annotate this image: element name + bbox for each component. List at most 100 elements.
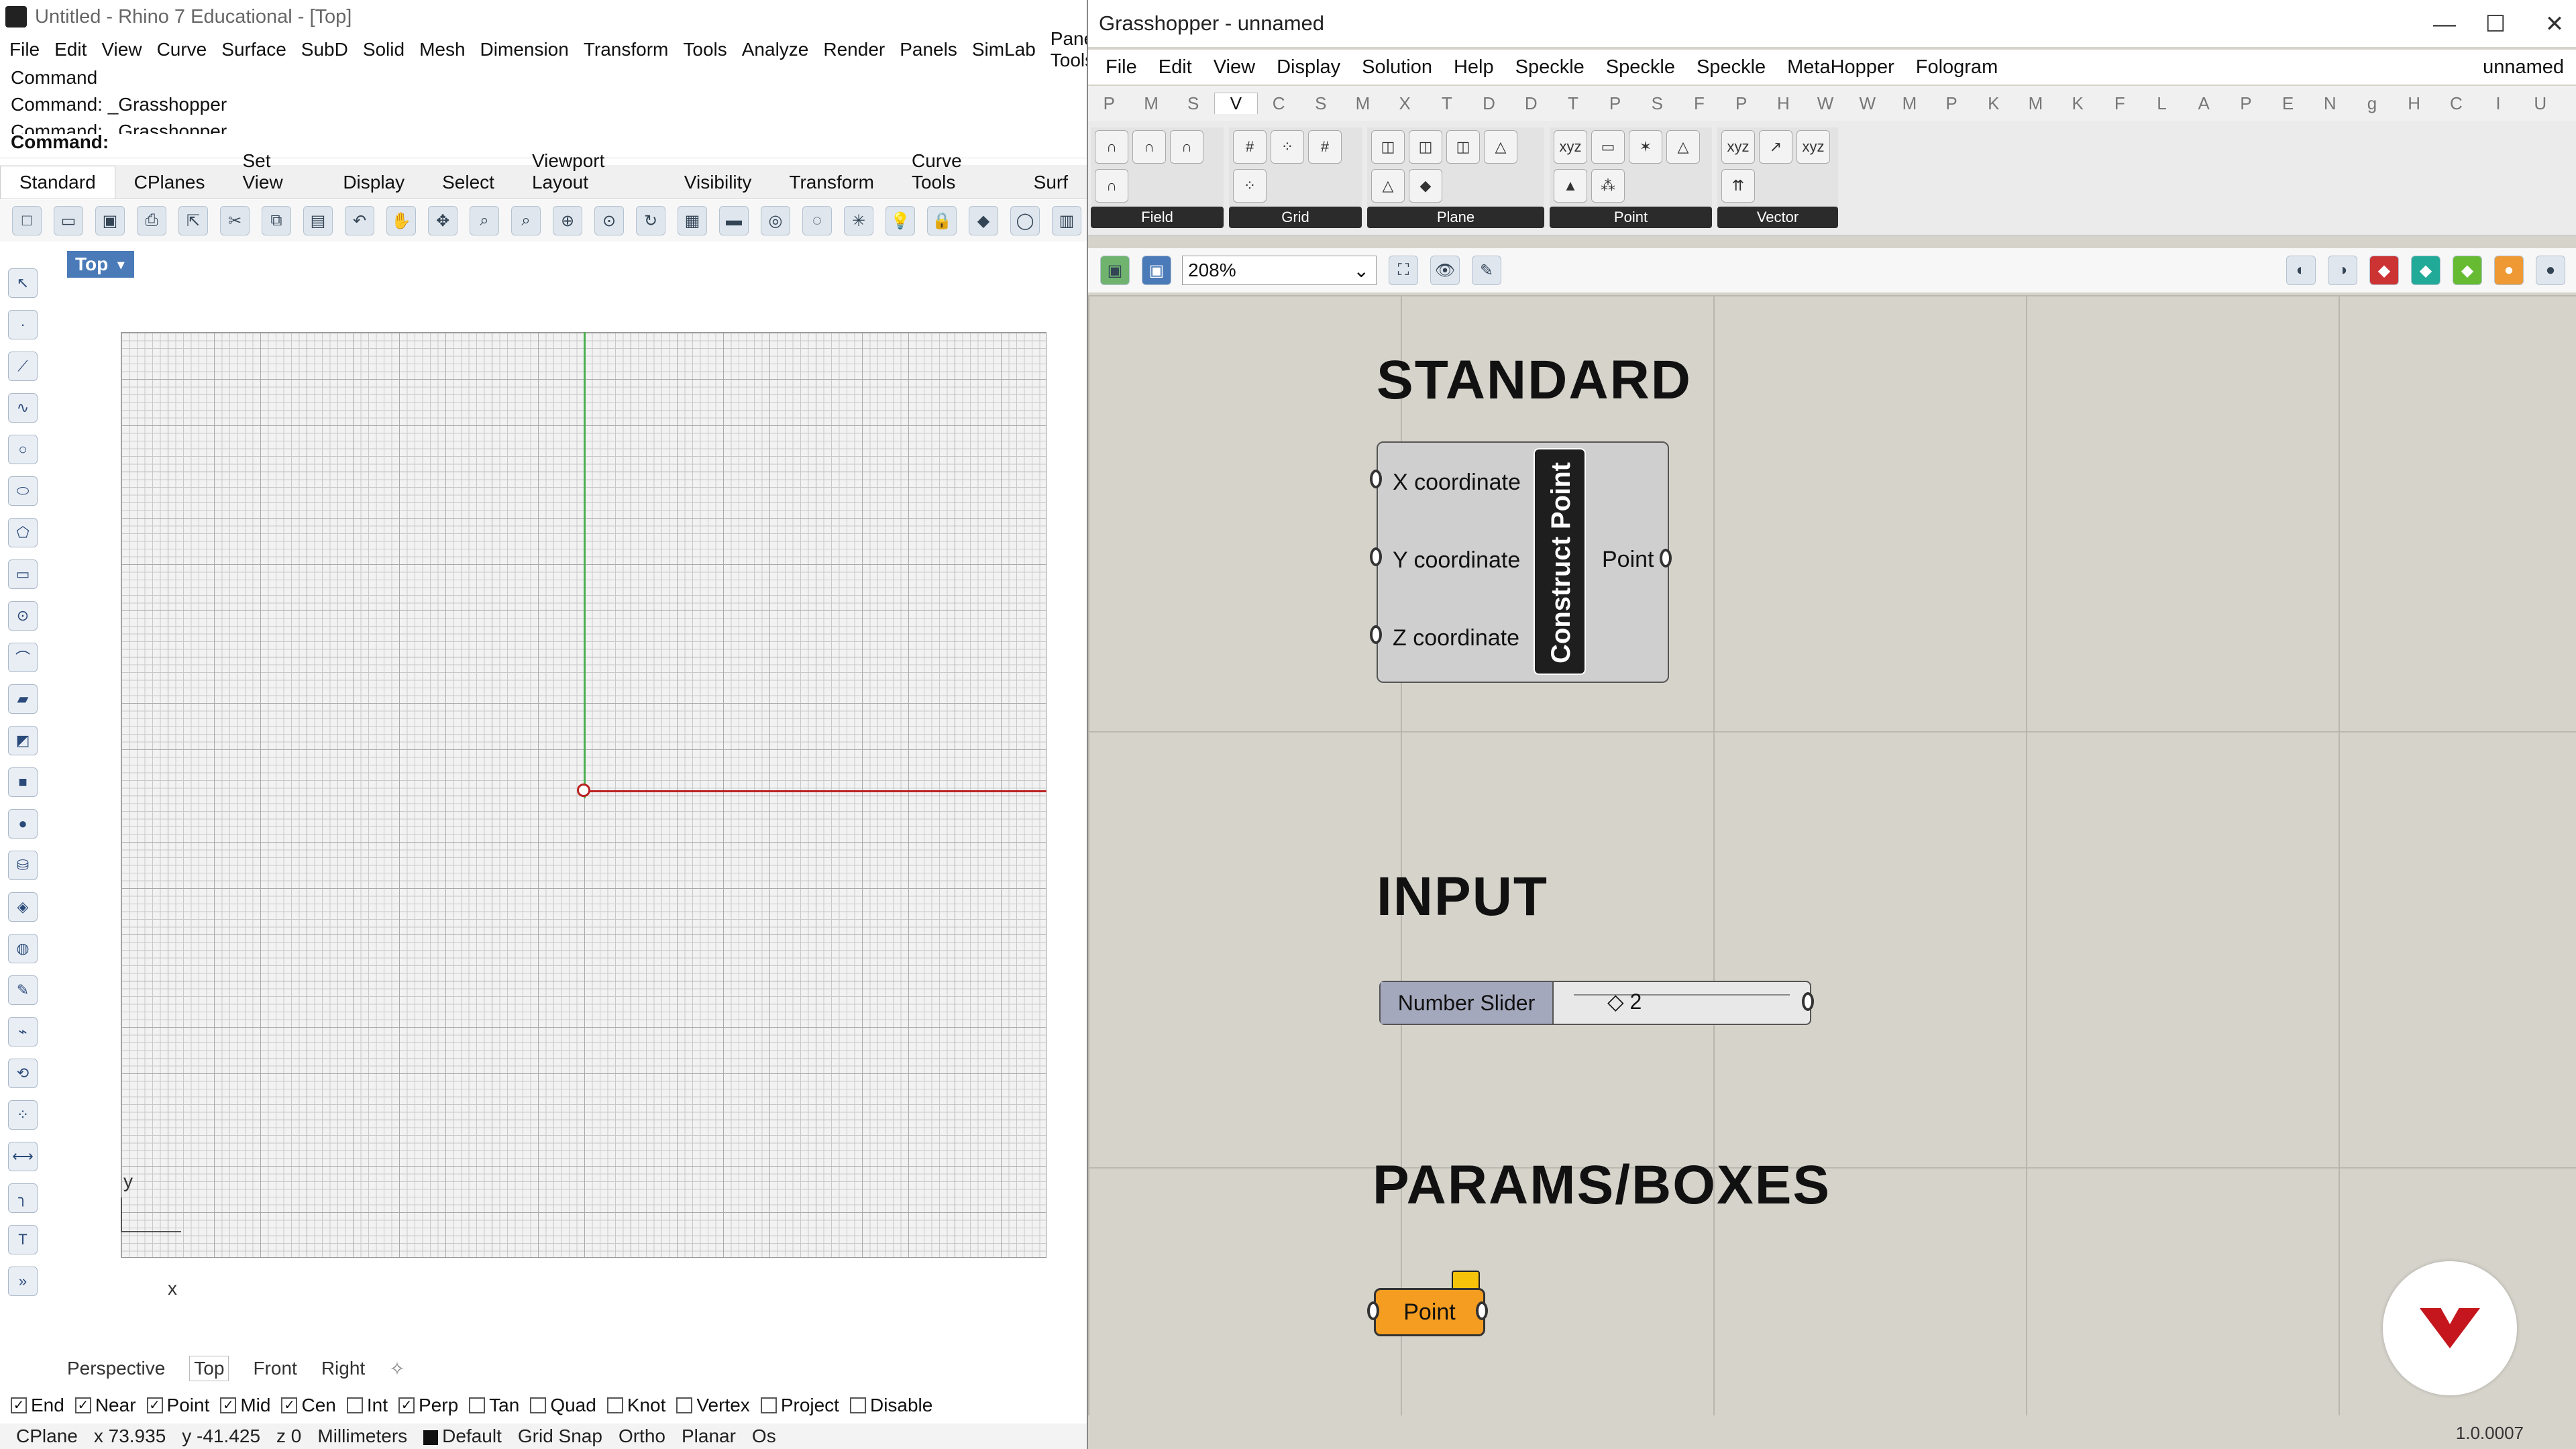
- preview-selected-icon[interactable]: ◆: [2369, 256, 2399, 285]
- vector-xyz-icon[interactable]: xyz: [1721, 130, 1755, 164]
- checkbox[interactable]: ✓: [281, 1397, 298, 1413]
- new-file-icon[interactable]: □: [12, 206, 42, 235]
- status-layer[interactable]: Default: [423, 1426, 502, 1447]
- menu-solid[interactable]: Solid: [363, 39, 405, 60]
- tab-set-view[interactable]: Set View: [223, 145, 324, 199]
- select-arrow-icon[interactable]: ↖: [8, 268, 38, 298]
- lock-icon[interactable]: 🔒: [927, 206, 957, 235]
- save-icon[interactable]: ▣: [95, 206, 125, 235]
- checkbox[interactable]: ✓: [398, 1397, 415, 1413]
- gh-tab-f[interactable]: F: [2099, 93, 2141, 114]
- menu-mesh[interactable]: Mesh: [419, 39, 465, 60]
- view-tab-top[interactable]: Top: [189, 1356, 229, 1381]
- mesh-icon[interactable]: ◈: [8, 892, 38, 922]
- tab-transform[interactable]: Transform: [770, 166, 893, 199]
- circle-icon[interactable]: ○: [8, 435, 38, 464]
- gh-document-name[interactable]: unnamed: [2483, 56, 2564, 78]
- material-icon[interactable]: ●: [2494, 256, 2524, 285]
- checkbox[interactable]: [849, 1397, 866, 1413]
- gh-tab-l[interactable]: L: [2141, 93, 2183, 114]
- zoom-selected-icon[interactable]: ⊙: [594, 206, 624, 235]
- plane-icon[interactable]: ◫: [1446, 130, 1480, 164]
- osnap-mid[interactable]: ✓ Mid: [220, 1395, 270, 1416]
- zoom-icon[interactable]: ⌕: [470, 206, 499, 235]
- arc-icon[interactable]: ⌒: [8, 643, 38, 672]
- status-units[interactable]: Millimeters: [317, 1426, 407, 1447]
- osnap-tan[interactable]: Tan: [469, 1395, 519, 1416]
- text-icon[interactable]: T: [8, 1225, 38, 1254]
- transform-icon[interactable]: ⟲: [8, 1059, 38, 1088]
- tab-cplanes[interactable]: CPlanes: [115, 166, 224, 199]
- menu-edit[interactable]: Edit: [54, 39, 87, 60]
- menu-dimension[interactable]: Dimension: [480, 39, 569, 60]
- slider-handle[interactable]: ◇ 2: [1607, 989, 1642, 1014]
- view-tab-front[interactable]: Front: [253, 1358, 297, 1379]
- move-icon[interactable]: ✥: [428, 206, 458, 235]
- gh-tab-c[interactable]: C: [2435, 93, 2477, 114]
- dimension-icon[interactable]: ⟷: [8, 1142, 38, 1171]
- array-icon[interactable]: ⁘: [8, 1100, 38, 1130]
- gh-menu-file[interactable]: File: [1106, 56, 1137, 78]
- gh-tab-g[interactable]: g: [2351, 93, 2394, 114]
- checkbox[interactable]: [346, 1397, 363, 1413]
- cylinder-icon[interactable]: ⛁: [8, 851, 38, 880]
- gh-menu-speckle[interactable]: Speckle: [1515, 56, 1585, 78]
- gh-tab-s[interactable]: S: [1299, 93, 1342, 114]
- minimize-icon[interactable]: —: [2430, 9, 2459, 39]
- gh-tab-k[interactable]: K: [2057, 93, 2099, 114]
- rotate-view-icon[interactable]: ↻: [636, 206, 665, 235]
- magnet-icon[interactable]: ∩: [1132, 130, 1166, 164]
- osnap-knot[interactable]: Knot: [606, 1395, 665, 1416]
- plane-icon[interactable]: △: [1484, 130, 1517, 164]
- status-osnap[interactable]: Os: [752, 1426, 776, 1447]
- point-param-output-grip[interactable]: [1476, 1301, 1488, 1320]
- viewport-layout-icon[interactable]: ▦: [678, 206, 707, 235]
- properties-icon[interactable]: ▥: [1052, 206, 1081, 235]
- panel-label[interactable]: Vector: [1717, 207, 1838, 228]
- gh-tab-a[interactable]: A: [2183, 93, 2225, 114]
- surface-from-curves-icon[interactable]: ◩: [8, 726, 38, 755]
- zoom-extents-icon[interactable]: ⛶: [1389, 256, 1418, 285]
- polygon-icon[interactable]: ⬠: [8, 518, 38, 547]
- gh-menu-speckle[interactable]: Speckle: [1697, 56, 1766, 78]
- status-ortho[interactable]: Ortho: [619, 1426, 665, 1447]
- more-tools-icon[interactable]: »: [8, 1267, 38, 1296]
- osnap-vertex[interactable]: Vertex: [676, 1395, 750, 1416]
- undo-icon[interactable]: ↶: [345, 206, 374, 235]
- status-planar[interactable]: Planar: [682, 1426, 736, 1447]
- checkbox[interactable]: ✓: [220, 1397, 237, 1413]
- input-y-grip[interactable]: [1370, 547, 1382, 566]
- gh-tab-h[interactable]: H: [1762, 93, 1805, 114]
- export-icon[interactable]: ⇱: [178, 206, 208, 235]
- sphere-options-icon[interactable]: ●: [2536, 256, 2565, 285]
- construct-point-icon[interactable]: xyz: [1554, 130, 1587, 164]
- osnap-near[interactable]: ✓ Near: [74, 1395, 136, 1416]
- gh-tab-t[interactable]: T: [1426, 93, 1468, 114]
- circle-center-icon[interactable]: ⊙: [8, 601, 38, 631]
- tab-surface-tools[interactable]: Surf: [1015, 166, 1087, 199]
- slider-output-grip[interactable]: [1802, 992, 1814, 1011]
- deconstruct-icon[interactable]: △: [1666, 130, 1700, 164]
- zoom-window-icon[interactable]: ⌕: [511, 206, 541, 235]
- gh-tab-w[interactable]: W: [1805, 93, 1847, 114]
- gh-tab-p[interactable]: P: [1720, 93, 1762, 114]
- numbers-to-points-icon[interactable]: ▭: [1591, 130, 1625, 164]
- gh-tab-w[interactable]: W: [1846, 93, 1888, 114]
- gh-canvas[interactable]: STANDARD X coordinate Y coordinate Z coo…: [1088, 295, 2576, 1415]
- osnap-cen[interactable]: ✓ Cen: [281, 1395, 336, 1416]
- vector-2pt-icon[interactable]: ↗: [1759, 130, 1792, 164]
- preview-wire-icon[interactable]: ◐: [2286, 256, 2316, 285]
- construct-point-component[interactable]: X coordinate Y coordinate Z coordinate C…: [1370, 441, 1672, 683]
- gh-tab-n[interactable]: N: [2309, 93, 2351, 114]
- gh-tab-p[interactable]: P: [1931, 93, 1973, 114]
- menu-simlab[interactable]: SimLab: [972, 39, 1036, 60]
- tab-visibility[interactable]: Visibility: [665, 166, 771, 199]
- gh-tab-p[interactable]: P: [1594, 93, 1636, 114]
- field-line-icon[interactable]: ∩: [1170, 130, 1203, 164]
- gh-tab-m[interactable]: M: [1130, 93, 1173, 114]
- select-icon[interactable]: ◌: [802, 206, 832, 235]
- fillet-icon[interactable]: ╮: [8, 1183, 38, 1213]
- color-wheel-icon[interactable]: ◯: [1010, 206, 1040, 235]
- square-grid-icon[interactable]: #: [1308, 130, 1342, 164]
- sketch-pen-icon[interactable]: ✎: [1472, 256, 1501, 285]
